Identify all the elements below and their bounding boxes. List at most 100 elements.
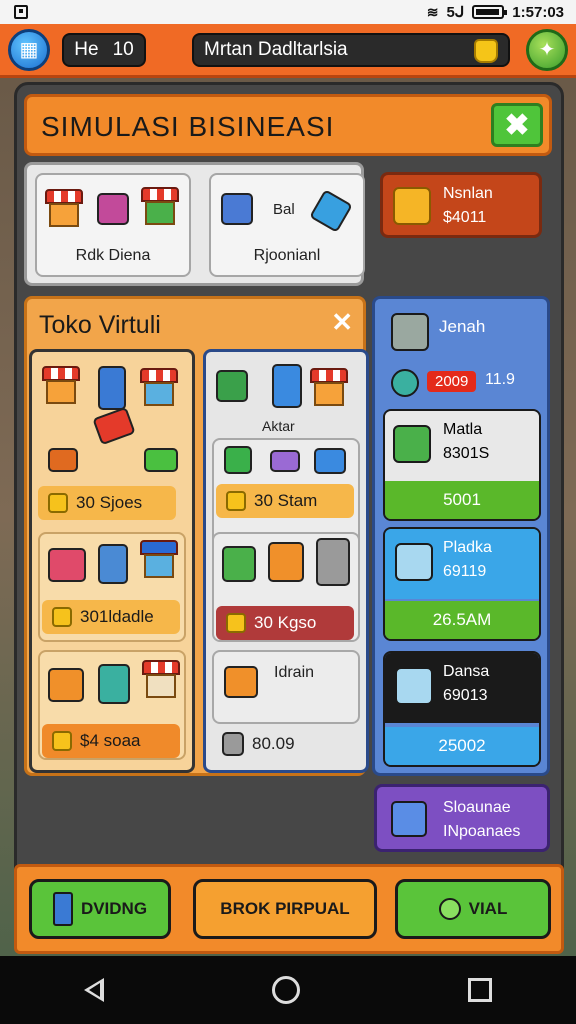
- purple-line-1: Sloaunae: [443, 799, 511, 816]
- side-badge: 2009: [427, 371, 477, 392]
- level-value: 10: [112, 38, 134, 60]
- price-tag[interactable]: $4 soaa: [42, 724, 180, 758]
- item-price: 5001: [385, 481, 539, 519]
- carrier-text: 5ᒍ: [446, 4, 465, 21]
- coin-icon: [226, 613, 246, 633]
- lock-icon: [222, 732, 244, 756]
- price-text: 30 Kgso: [254, 613, 317, 632]
- page-title: SIMULASI BISINEASI: [41, 111, 335, 142]
- level-label: He: [74, 38, 99, 60]
- profile-button[interactable]: ▦: [8, 28, 50, 71]
- side-count: 11.9: [485, 371, 515, 388]
- category-card-shops[interactable]: Rdk Diena: [35, 173, 191, 277]
- coin-icon: [52, 731, 72, 751]
- kiosk-icon: [97, 193, 129, 225]
- cube-icon: [395, 667, 433, 705]
- price-text: 30 Sjoes: [76, 493, 143, 512]
- battery-icon: [472, 5, 508, 19]
- server-icon: [391, 313, 429, 351]
- android-nav-bar: [0, 956, 576, 1024]
- store-item-box[interactable]: $4 soaa: [38, 650, 186, 760]
- item-price: 25002: [385, 727, 539, 765]
- item-price: 80.09: [252, 734, 295, 753]
- category-card-online[interactable]: Bal Rjoonianl: [209, 173, 365, 277]
- notification-icon: [14, 5, 28, 19]
- item-value: 8301S: [443, 445, 490, 462]
- bottom-left-label: DVIDNG: [80, 899, 148, 918]
- cube-icon: [395, 543, 433, 581]
- cash-box-icon: [393, 187, 431, 225]
- arcade-icon: [98, 664, 130, 704]
- bottom-left-button[interactable]: DVIDNG: [29, 879, 171, 939]
- garage-icon: [222, 546, 256, 582]
- purple-line-2: INpoanaes: [443, 823, 521, 840]
- house-icon: [221, 193, 253, 225]
- money-panel[interactable]: Nsnlan $4011: [380, 172, 542, 238]
- money-label: Nsnlan: [443, 185, 493, 202]
- side-item-card[interactable]: Pladka 69119 26.5AM: [383, 527, 541, 641]
- item-value: 69013: [443, 687, 488, 704]
- register-icon: [216, 370, 248, 402]
- shop-icon: [268, 542, 304, 582]
- recent-apps-icon[interactable]: [468, 978, 492, 1002]
- virtual-store-panel: Toko Virtuli ✕ 30 Sjoes 301ldadle $4 soa…: [24, 296, 369, 776]
- shop-icon: [48, 668, 84, 702]
- item-label: Aktar: [262, 418, 295, 434]
- vending-icon: [98, 366, 126, 410]
- store-item-box[interactable]: Idrain: [212, 650, 360, 724]
- close-button[interactable]: ✖: [491, 103, 543, 147]
- top-title-box: Mrtan Dadltarlsia: [192, 32, 510, 67]
- store-close-icon[interactable]: ✕: [331, 307, 353, 338]
- card-label: Rdk Diena: [75, 247, 151, 264]
- store-item-box[interactable]: 301ldadle: [38, 532, 186, 642]
- card-sub-label: Bal: [273, 201, 295, 218]
- money-bag-icon: [474, 38, 498, 63]
- side-title: Jenah: [439, 317, 486, 336]
- price-text: 301ldadle: [80, 607, 154, 626]
- bottom-middle-button[interactable]: BROK PIRPUAL: [193, 879, 377, 939]
- price-tag[interactable]: 30 Stam: [216, 484, 354, 518]
- item-label: Idrain: [274, 664, 315, 681]
- home-icon[interactable]: [272, 976, 300, 1004]
- wifi-icon: ≋: [426, 3, 439, 20]
- shop-icon: [140, 368, 178, 406]
- bottom-middle-label: BROK PIRPUAL: [220, 899, 350, 918]
- monitor-icon: [314, 448, 346, 474]
- price-tag[interactable]: 301ldadle: [42, 600, 180, 634]
- building-icon: [316, 538, 350, 586]
- price-tag[interactable]: 30 Sjoes: [38, 486, 176, 520]
- coin-icon: [52, 607, 72, 627]
- header-bar: SIMULASI BISINEASI ✖: [24, 94, 552, 156]
- coin-icon: [226, 491, 246, 511]
- shop-icon: [310, 368, 348, 406]
- store-item-box[interactable]: 30 Kgso: [212, 532, 360, 642]
- side-item-card[interactable]: Matla 8301S 5001: [383, 409, 541, 521]
- phone-icon: [52, 892, 73, 926]
- top-bar: ▦ He 10 Mrtan Dadltarlsia ✦: [0, 24, 576, 78]
- item-value: 69119: [443, 563, 487, 580]
- purple-panel[interactable]: Sloaunae INpoanaes: [374, 784, 550, 852]
- search-icon[interactable]: [391, 369, 419, 397]
- cube-icon: [391, 801, 427, 837]
- gift-button[interactable]: ✦: [526, 28, 568, 71]
- shop-icon: [42, 366, 80, 404]
- shop-icon: [141, 187, 179, 225]
- store-title: Toko Virtuli: [39, 311, 161, 339]
- back-icon[interactable]: [84, 978, 104, 1002]
- phone-icon: [309, 189, 353, 233]
- side-item-card[interactable]: Dansa 69013 25002: [383, 651, 541, 767]
- bottom-right-button[interactable]: VIAL: [395, 879, 551, 939]
- price-text: $4 soaa: [80, 731, 141, 750]
- card-label: Rjoonianl: [253, 247, 321, 264]
- item-price: 26.5AM: [385, 601, 539, 639]
- cash-register-icon: [224, 446, 252, 474]
- bottom-right-label: VIAL: [468, 899, 508, 918]
- price-text: 30 Stam: [254, 491, 318, 510]
- store-column-left: 30 Sjoes 301ldadle $4 soaa: [29, 349, 195, 773]
- shop-icon: [140, 540, 178, 578]
- shop-icon: [142, 660, 180, 698]
- item-name: Dansa: [443, 663, 490, 680]
- price-tag[interactable]: 30 Kgso: [216, 606, 354, 640]
- star-icon: [48, 493, 68, 513]
- store-column-right: Aktar 30 Stam 30 Kgso Idrain 80.09: [203, 349, 369, 773]
